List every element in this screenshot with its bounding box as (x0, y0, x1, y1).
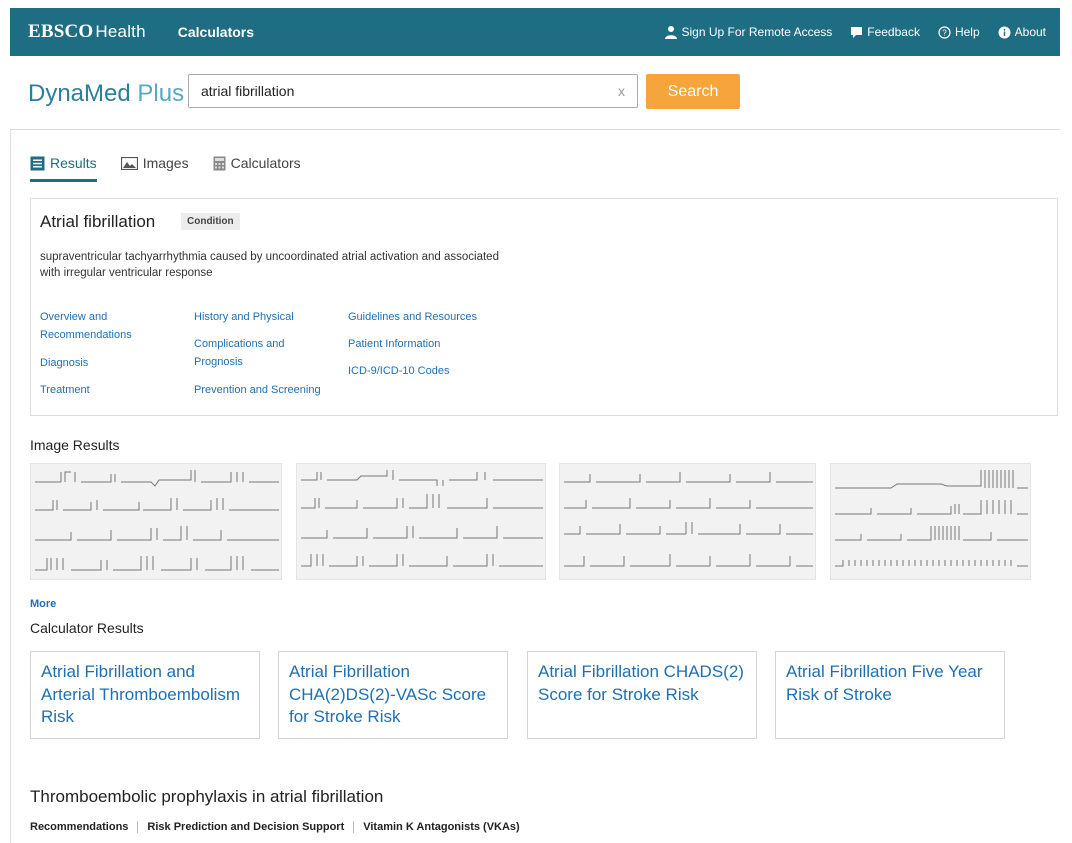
calculator-card-label: Atrial Fibrillation CHADS(2) Score for S… (538, 662, 744, 704)
link-treatment[interactable]: Treatment (40, 381, 90, 399)
calculator-card-label: Atrial Fibrillation and Arterial Thrombo… (41, 662, 241, 726)
condition-description: supraventricular tachyarrhythmia caused … (40, 251, 499, 279)
calculator-icon (213, 156, 226, 170)
tab-results[interactable]: Results (30, 155, 97, 182)
result-tabs: Results Images Calculators (30, 155, 325, 182)
link-patient-information[interactable]: Patient Information (348, 335, 440, 353)
subtab-risk-prediction[interactable]: Risk Prediction and Decision Support (137, 821, 353, 833)
search-button[interactable]: Search (646, 74, 740, 109)
results-icon (30, 156, 45, 170)
ecg-thumbnail-4[interactable] (830, 463, 1031, 580)
help-link[interactable]: ? Help (938, 25, 980, 39)
comment-icon (851, 26, 863, 38)
link-overview-recommendations[interactable]: Overview and Recommendations (40, 308, 150, 344)
link-prevention-screening[interactable]: Prevention and Screening (194, 381, 321, 399)
tab-results-label: Results (50, 155, 97, 171)
condition-card: Atrial fibrillation Condition supraventr… (30, 198, 1058, 416)
ecg-thumbnail-3[interactable] (559, 463, 816, 580)
logo-plus: Plus (137, 80, 185, 107)
condition-title[interactable]: Atrial fibrillation (40, 212, 155, 232)
calculator-card-thromboembolism-risk[interactable]: Atrial Fibrillation and Arterial Thrombo… (30, 651, 260, 739)
ecg-image (835, 470, 1028, 567)
tab-calculators-label: Calculators (230, 155, 301, 171)
calculator-card-chads2[interactable]: Atrial Fibrillation CHADS(2) Score for S… (527, 651, 757, 739)
feedback-link[interactable]: Feedback (850, 25, 920, 39)
calculator-card-label: Atrial Fibrillation CHA(2)DS(2)-VASc Sco… (289, 662, 487, 726)
search-header: DynaMed Plus x Search (10, 56, 1060, 130)
link-history-physical[interactable]: History and Physical (194, 308, 294, 326)
image-icon (120, 156, 138, 170)
clear-search-icon[interactable]: x (618, 83, 625, 99)
user-icon (664, 26, 677, 39)
svg-text:?: ? (942, 28, 947, 37)
link-guidelines-resources[interactable]: Guidelines and Resources (348, 308, 477, 326)
ecg-image (301, 470, 543, 567)
logo-main: DynaMed (28, 80, 131, 107)
about-link[interactable]: About (998, 25, 1046, 39)
calculator-card-label: Atrial Fibrillation Five Year Risk of St… (786, 662, 983, 704)
more-images-link[interactable]: More (30, 598, 56, 610)
image-results-title: Image Results (30, 437, 120, 453)
ebsco-health-logo[interactable]: EBSCO Health (28, 21, 146, 43)
thromboembolic-section-title[interactable]: Thromboembolic prophylaxis in atrial fib… (30, 787, 383, 807)
calculators-nav-link[interactable]: Calculators (178, 24, 254, 40)
brand-sub: Health (95, 22, 146, 41)
help-icon: ? (938, 25, 951, 39)
ecg-image (564, 472, 813, 567)
link-icd-codes[interactable]: ICD-9/ICD-10 Codes (348, 362, 449, 380)
tab-images[interactable]: Images (120, 155, 189, 179)
thromboembolic-subtabs: Recommendations Risk Prediction and Deci… (30, 821, 529, 833)
top-links: Sign Up For Remote Access Feedback ? Hel… (646, 25, 1046, 39)
link-complications-prognosis[interactable]: Complications and Prognosis (194, 335, 304, 371)
calculator-card-cha2ds2-vasc[interactable]: Atrial Fibrillation CHA(2)DS(2)-VASc Sco… (278, 651, 508, 739)
sign-up-label: Sign Up For Remote Access (681, 25, 833, 39)
top-navigation-bar: EBSCO Health Calculators Sign Up For Remo… (10, 8, 1060, 56)
subtab-recommendations[interactable]: Recommendations (30, 821, 137, 833)
condition-badge: Condition (181, 213, 240, 230)
brand-main: EBSCO (28, 21, 94, 42)
subtab-vitamin-k-antagonists[interactable]: Vitamin K Antagonists (VKAs) (353, 821, 528, 833)
tab-images-label: Images (142, 155, 189, 171)
calculator-results-title: Calculator Results (30, 620, 144, 636)
ecg-image (35, 470, 279, 571)
link-diagnosis[interactable]: Diagnosis (40, 354, 88, 372)
help-label: Help (954, 25, 980, 39)
ecg-thumbnail-1[interactable] (30, 463, 282, 580)
info-icon (998, 26, 1011, 38)
calculator-card-five-year-stroke-risk[interactable]: Atrial Fibrillation Five Year Risk of St… (775, 651, 1005, 739)
search-input[interactable] (189, 75, 589, 107)
dynamed-plus-logo[interactable]: DynaMed Plus (28, 80, 184, 108)
feedback-label: Feedback (867, 25, 920, 39)
sign-up-remote-access-link[interactable]: Sign Up For Remote Access (664, 25, 833, 39)
ecg-thumbnail-2[interactable] (296, 463, 546, 580)
page-left-border (10, 130, 11, 843)
about-label: About (1014, 25, 1046, 39)
search-box: x (188, 74, 638, 108)
tab-calculators[interactable]: Calculators (213, 155, 301, 179)
